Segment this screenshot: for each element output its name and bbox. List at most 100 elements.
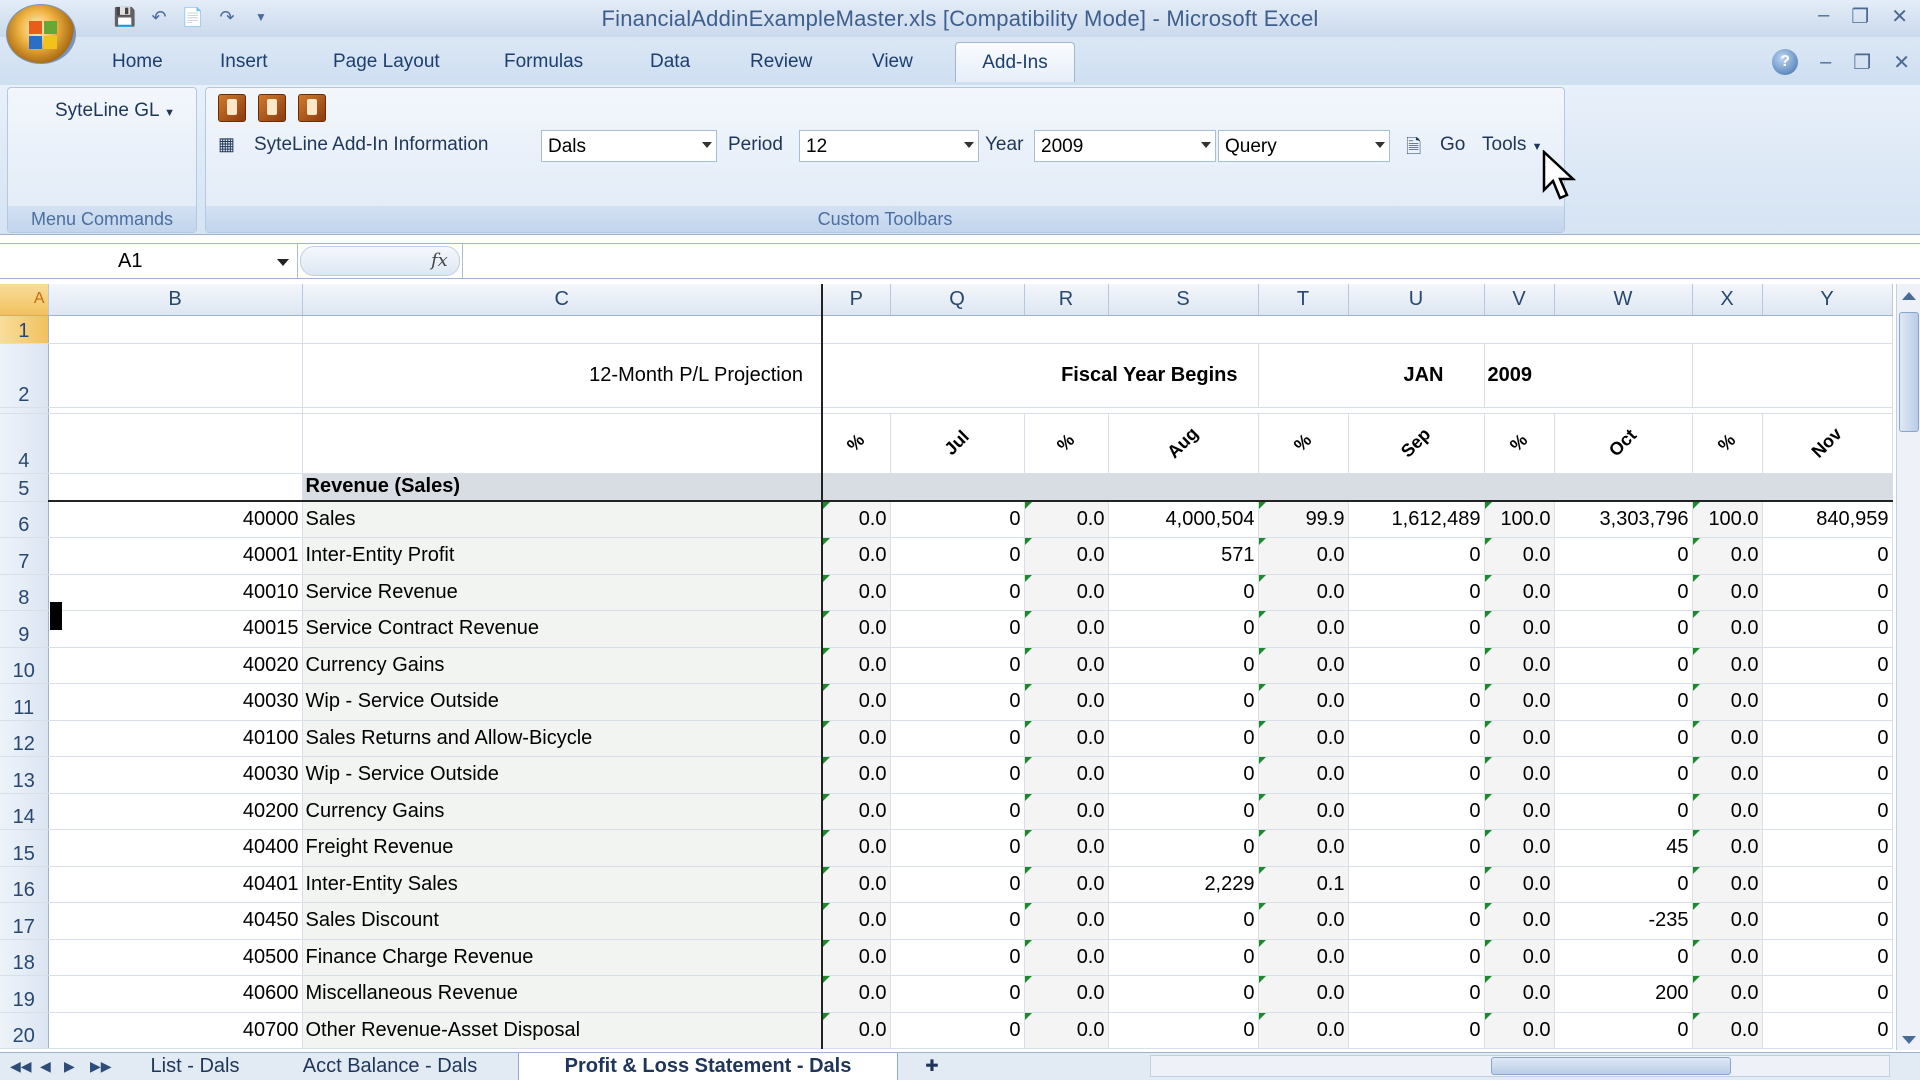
percent-cell[interactable]: 0.0	[1258, 975, 1349, 1013]
account-cell[interactable]: 40020	[48, 647, 303, 684]
amount-cell[interactable]: 0	[1762, 829, 1893, 867]
row-header[interactable]: 15	[0, 829, 49, 867]
description-cell[interactable]: Sales Discount	[302, 902, 823, 940]
help-icon[interactable]: ?	[1772, 49, 1799, 75]
description-cell[interactable]: Inter-Entity Sales	[302, 866, 823, 903]
row-header[interactable]: 11	[0, 683, 49, 721]
percent-cell[interactable]: 0.0	[1484, 829, 1555, 867]
first-sheet-icon[interactable]: ◀◀	[10, 1058, 32, 1075]
percent-cell[interactable]: 0.0	[1692, 647, 1763, 684]
amount-cell[interactable]: 0	[1554, 939, 1693, 976]
percent-cell[interactable]: 0.0	[1258, 756, 1349, 794]
office-button[interactable]	[6, 4, 76, 64]
account-cell[interactable]: 40100	[48, 720, 303, 757]
percent-cell[interactable]: 0.0	[1024, 756, 1109, 794]
percent-cell[interactable]: 0.0	[822, 537, 891, 575]
percent-cell[interactable]: 0.0	[1258, 647, 1349, 684]
month-header[interactable]: %	[1024, 413, 1109, 474]
column-header[interactable]: S	[1108, 284, 1259, 316]
amount-cell[interactable]: 0	[1348, 866, 1485, 903]
account-cell[interactable]: 40500	[48, 939, 303, 976]
percent-cell[interactable]: 0.0	[1258, 902, 1349, 940]
toolbar-report-icon[interactable]	[298, 94, 326, 122]
percent-cell[interactable]: 0.0	[1024, 720, 1109, 757]
syteline-gl-menu[interactable]: SyteLine GL ▼	[55, 100, 175, 122]
amount-cell[interactable]: 0	[1108, 829, 1259, 867]
percent-cell[interactable]: 0.0	[1258, 610, 1349, 648]
description-cell[interactable]: Service Revenue	[302, 574, 823, 611]
amount-cell[interactable]: 0	[1554, 574, 1693, 611]
account-cell[interactable]: 40001	[48, 537, 303, 575]
scroll-down-icon[interactable]	[1902, 1036, 1916, 1044]
amount-cell[interactable]: 0	[1762, 720, 1893, 757]
month-header[interactable]: %	[822, 413, 891, 474]
percent-cell[interactable]: 0.0	[1484, 975, 1555, 1013]
percent-cell[interactable]: 0.0	[1024, 902, 1109, 940]
amount-cell[interactable]: 0	[1348, 1012, 1485, 1049]
row-header[interactable]: 12	[0, 720, 49, 757]
amount-cell[interactable]: 571	[1108, 537, 1259, 575]
row-header[interactable]: 8	[0, 574, 49, 611]
close-workbook-icon[interactable]: ✕	[1893, 50, 1910, 75]
query-dropdown[interactable]: Query	[1218, 130, 1390, 162]
percent-cell[interactable]: 0.0	[1484, 574, 1555, 611]
amount-cell[interactable]: 0	[1762, 793, 1893, 830]
restore-icon[interactable]: ❐	[1851, 4, 1869, 29]
restore-workbook-icon[interactable]: ❐	[1853, 50, 1871, 75]
percent-cell[interactable]: 0.0	[1692, 610, 1763, 648]
prev-sheet-icon[interactable]: ◀	[40, 1058, 51, 1075]
tab-formulas[interactable]: Formulas	[504, 51, 583, 73]
amount-cell[interactable]: 200	[1554, 975, 1693, 1013]
column-header[interactable]: U	[1348, 284, 1485, 316]
percent-cell[interactable]: 0.0	[1484, 683, 1555, 721]
fiscal-year-label[interactable]: Fiscal Year Begins	[822, 343, 1259, 408]
amount-cell[interactable]: 0	[1762, 1012, 1893, 1049]
account-cell[interactable]: 40700	[48, 1012, 303, 1049]
row-header[interactable]: 6	[0, 501, 49, 538]
description-cell[interactable]: Wip - Service Outside	[302, 683, 823, 721]
amount-cell[interactable]: 0	[1108, 902, 1259, 940]
amount-cell[interactable]: 0	[1348, 537, 1485, 575]
description-cell[interactable]: Currency Gains	[302, 793, 823, 830]
sheet-tab-acct-balance[interactable]: Acct Balance - Dals	[280, 1053, 500, 1080]
row-header[interactable]: 5	[0, 473, 49, 502]
month-header[interactable]: %	[1692, 413, 1763, 474]
percent-cell[interactable]: 0.0	[1258, 939, 1349, 976]
tab-add-ins[interactable]: Add-Ins	[955, 42, 1075, 82]
amount-cell[interactable]: 0	[1108, 720, 1259, 757]
amount-cell[interactable]: 0	[890, 829, 1025, 867]
insert-function-icon[interactable]: fx	[431, 250, 448, 271]
month-header[interactable]: Jul	[890, 413, 1025, 474]
amount-cell[interactable]: 840,959	[1762, 501, 1893, 538]
percent-cell[interactable]: 0.0	[822, 501, 891, 538]
name-box[interactable]: A1	[0, 244, 298, 278]
row-header[interactable]: 4	[0, 413, 49, 474]
sheet-tab-list-dals[interactable]: List - Dals	[130, 1053, 260, 1080]
period-dropdown[interactable]: 12	[799, 130, 979, 162]
percent-cell[interactable]: 0.0	[1024, 537, 1109, 575]
amount-cell[interactable]: 0	[1554, 866, 1693, 903]
amount-cell[interactable]: 0	[890, 610, 1025, 648]
percent-cell[interactable]: 0.0	[822, 902, 891, 940]
amount-cell[interactable]: 0	[1108, 683, 1259, 721]
amount-cell[interactable]: 0	[1762, 866, 1893, 903]
account-cell[interactable]: 40015	[48, 610, 303, 648]
percent-cell[interactable]: 0.1	[1258, 866, 1349, 903]
account-cell[interactable]: 40600	[48, 975, 303, 1013]
amount-cell[interactable]: 0	[1348, 829, 1485, 867]
percent-cell[interactable]: 0.0	[1692, 756, 1763, 794]
percent-cell[interactable]: 0.0	[1258, 1012, 1349, 1049]
tab-review[interactable]: Review	[750, 51, 812, 73]
description-cell[interactable]: Finance Charge Revenue	[302, 939, 823, 976]
month-header[interactable]: %	[1258, 413, 1349, 474]
horizontal-scrollbar[interactable]	[1150, 1055, 1890, 1077]
column-header[interactable]: Q	[890, 284, 1025, 316]
amount-cell[interactable]: 0	[1108, 610, 1259, 648]
description-cell[interactable]: Sales Returns and Allow-Bicycle	[302, 720, 823, 757]
next-sheet-icon[interactable]: ▶	[64, 1058, 75, 1075]
column-header[interactable]: T	[1258, 284, 1349, 316]
row-header[interactable]: 17	[0, 902, 49, 940]
amount-cell[interactable]: 0	[1348, 975, 1485, 1013]
percent-cell[interactable]: 100.0	[1484, 501, 1555, 538]
row-header[interactable]: 7	[0, 537, 49, 575]
